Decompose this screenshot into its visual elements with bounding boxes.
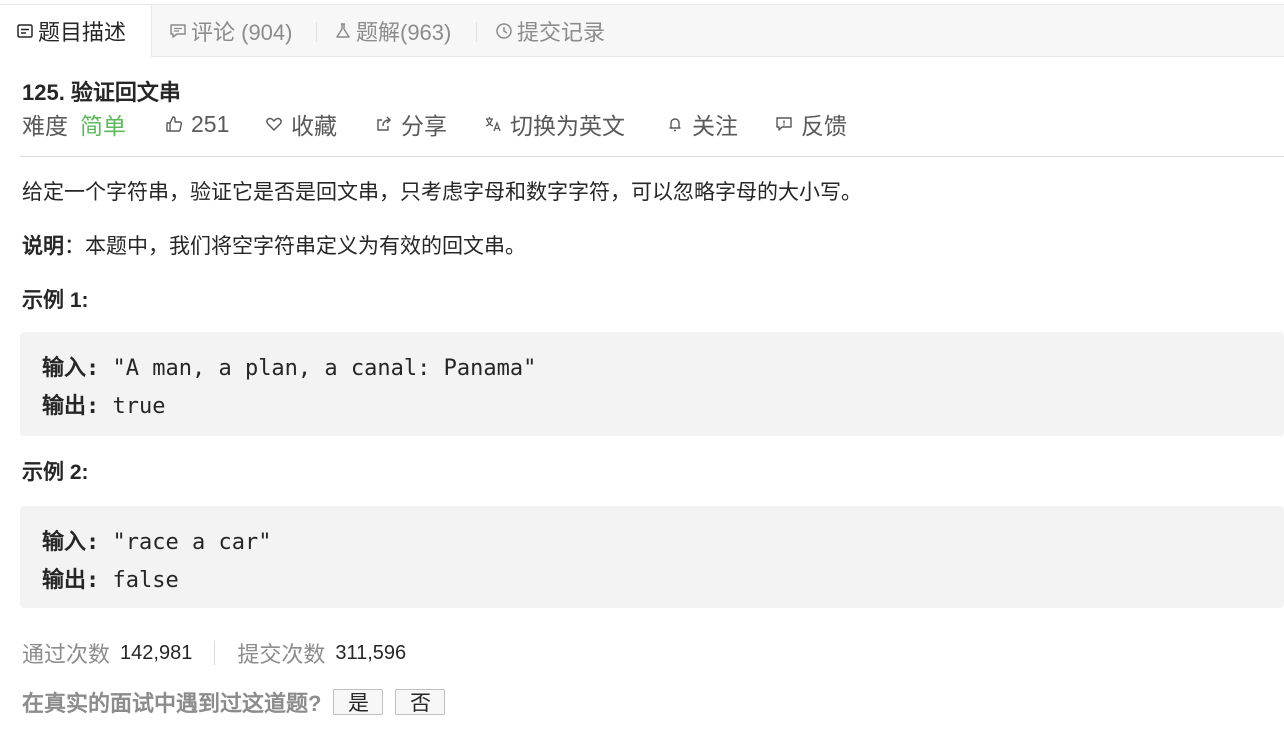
difficulty-badge: 简单 bbox=[80, 113, 126, 139]
tab-submissions[interactable]: 提交记录 bbox=[495, 5, 605, 57]
output-value: false bbox=[99, 568, 179, 593]
tab-solutions-label: 题解(963) bbox=[356, 20, 452, 45]
tab-description-label: 题目描述 bbox=[38, 20, 127, 45]
input-label: 输入: bbox=[42, 356, 100, 381]
output-value: true bbox=[99, 394, 166, 419]
comment-icon bbox=[169, 22, 187, 40]
output-label: 输出: bbox=[42, 394, 100, 419]
flask-icon bbox=[334, 22, 352, 40]
translate-icon bbox=[484, 115, 502, 133]
problem-title: 125. 验证回文串 bbox=[22, 80, 181, 105]
description-icon bbox=[16, 22, 34, 40]
feedback-button[interactable]: 反馈 bbox=[775, 108, 847, 140]
tab-divider bbox=[316, 22, 317, 42]
submission-stats: 通过次数 142,981 提交次数 311,596 bbox=[22, 636, 406, 670]
feedback-label: 反馈 bbox=[801, 113, 847, 139]
difficulty-label: 难度 bbox=[22, 113, 68, 139]
thumbs-up-icon bbox=[165, 115, 183, 133]
difficulty: 难度 简单 bbox=[22, 108, 126, 140]
tab-divider bbox=[476, 22, 477, 42]
problem-note: 说明：本题中，我们将空字符串定义为有效的回文串。 bbox=[22, 230, 526, 260]
translate-button[interactable]: 切换为英文 bbox=[484, 108, 625, 140]
example-2-title: 示例 2: bbox=[22, 461, 89, 484]
example-2-output: 输出: false bbox=[42, 562, 179, 594]
example-2-code: 输入: "race a car" 输出: false bbox=[20, 506, 1284, 608]
input-label: 输入: bbox=[42, 530, 100, 555]
follow-label: 关注 bbox=[692, 113, 738, 139]
yes-button[interactable]: 是 bbox=[333, 689, 384, 715]
share-label: 分享 bbox=[401, 113, 447, 139]
accepted-count: 142,981 bbox=[120, 641, 193, 664]
example-1-input: 输入: "A man, a plan, a canal: Panama" bbox=[42, 350, 536, 382]
no-button[interactable]: 否 bbox=[395, 689, 446, 715]
example-1-code: 输入: "A man, a plan, a canal: Panama" 输出:… bbox=[20, 332, 1284, 436]
output-label: 输出: bbox=[42, 568, 100, 593]
tab-comments-label: 评论 (904) bbox=[191, 20, 293, 45]
input-value: "race a car" bbox=[99, 530, 272, 555]
translate-label: 切换为英文 bbox=[510, 113, 625, 139]
favorite-button[interactable]: 收藏 bbox=[265, 108, 337, 140]
accepted-label: 通过次数 bbox=[22, 642, 111, 667]
example-2-input: 输入: "race a car" bbox=[42, 524, 271, 556]
follow-button[interactable]: 关注 bbox=[666, 108, 738, 140]
problem-description: 给定一个字符串，验证它是否是回文串，只考虑字母和数字字符，可以忽略字母的大小写。 bbox=[22, 181, 862, 204]
submissions-count: 311,596 bbox=[335, 641, 407, 664]
like-count: 251 bbox=[191, 110, 230, 137]
stats-divider bbox=[214, 641, 216, 665]
bell-icon bbox=[666, 115, 684, 133]
share-button[interactable]: 分享 bbox=[375, 108, 447, 140]
favorite-label: 收藏 bbox=[291, 113, 337, 139]
note-label: 说明 bbox=[22, 235, 64, 258]
tab-description[interactable]: 题目描述 bbox=[0, 5, 152, 57]
input-value: "A man, a plan, a canal: Panama" bbox=[99, 356, 537, 381]
heart-icon bbox=[265, 115, 283, 133]
example-1-output: 输出: true bbox=[42, 388, 165, 420]
feedback-icon bbox=[775, 115, 793, 133]
share-icon bbox=[375, 115, 393, 133]
note-text: ：本题中，我们将空字符串定义为有效的回文串。 bbox=[64, 235, 526, 258]
tab-solutions[interactable]: 题解(963) bbox=[334, 5, 451, 57]
tab-submissions-label: 提交记录 bbox=[517, 20, 606, 45]
interview-question: 在真实的面试中遇到过这道题? bbox=[22, 691, 322, 716]
tab-comments[interactable]: 评论 (904) bbox=[169, 5, 292, 57]
header-divider bbox=[20, 156, 1284, 157]
clock-icon bbox=[495, 22, 513, 40]
like-button[interactable]: 251 bbox=[165, 108, 229, 140]
problem-tabs: 题目描述 评论 (904) 题解(963) 提交记录 bbox=[0, 4, 1284, 57]
interview-prompt: 在真实的面试中遇到过这道题? 是 否 bbox=[22, 686, 446, 718]
submissions-label: 提交次数 bbox=[237, 642, 326, 667]
example-1-title: 示例 1: bbox=[22, 289, 89, 312]
